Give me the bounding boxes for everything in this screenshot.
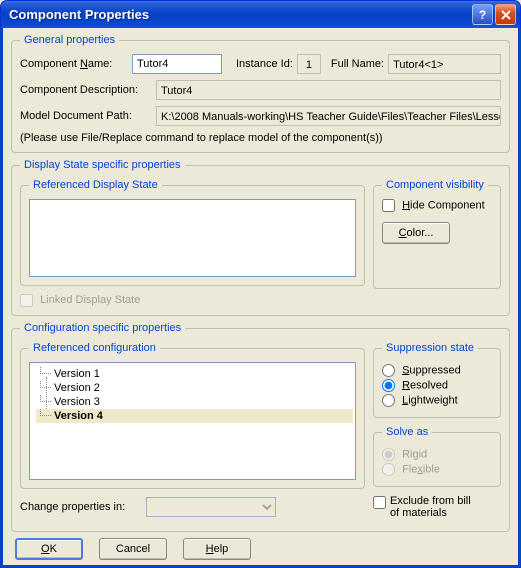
component-description-label: Component Description: [20,84,152,96]
full-name-label: Full Name: [331,58,384,70]
dialog-body: General properties Component Name: Insta… [0,28,521,568]
ok-button[interactable]: OK [15,538,83,560]
exclude-bom-text: Exclude from bill of materials [390,495,471,519]
component-name-label: Component Name: [20,58,128,70]
referenced-display-state-group: Referenced Display State [20,179,365,286]
suppressed-radio-label[interactable]: Suppressed [382,364,492,377]
window-title: Component Properties [9,7,470,22]
color-button[interactable]: Color... [382,222,450,244]
resolved-radio-label[interactable]: Resolved [382,379,492,392]
resolved-radio[interactable] [382,379,395,392]
general-properties-group: General properties Component Name: Insta… [11,34,510,153]
help-button[interactable]: Help [183,538,251,560]
instance-id-field: 1 [297,54,321,74]
general-legend: General properties [20,34,119,46]
help-titlebar-button[interactable]: ? [472,4,493,25]
model-path-label: Model Document Path: [20,110,152,122]
display-state-legend: Display State specific properties [20,159,185,171]
solve-as-group: Solve as Rigid Flexible [373,426,501,487]
hide-component-checkbox-label[interactable]: Hide Component [382,199,492,212]
config-version-item[interactable]: Version 1 [36,367,353,381]
close-titlebar-button[interactable] [495,4,516,25]
linked-display-state-checkbox-label: Linked Display State [20,294,140,306]
instance-id-label: Instance Id: [236,58,293,70]
config-version-item[interactable]: Version 3 [36,395,353,409]
suppression-state-group: Suppression state Suppressed Resolved Li… [373,342,501,418]
cancel-button[interactable]: Cancel [99,538,167,560]
flexible-radio [382,463,395,476]
exclude-bom-checkbox[interactable] [373,496,386,509]
rigid-radio-label: Rigid [382,448,492,461]
flexible-radio-label: Flexible [382,463,492,476]
config-version-item[interactable]: Version 2 [36,381,353,395]
solve-as-legend: Solve as [382,426,432,438]
linked-display-state-checkbox [20,294,33,307]
model-path-field: K:\2008 Manuals-working\HS Teacher Guide… [156,106,501,126]
configuration-legend: Configuration specific properties [20,322,185,334]
suppressed-radio[interactable] [382,364,395,377]
referenced-display-state-list[interactable] [29,199,356,277]
lightweight-radio-label[interactable]: Lightweight [382,394,492,407]
referenced-configuration-list[interactable]: Version 1Version 2Version 3Version 4 [29,362,356,480]
component-name-input[interactable] [132,54,222,74]
config-version-item[interactable]: Version 4 [36,409,353,423]
change-properties-select [146,497,276,517]
referenced-configuration-group: Referenced configuration Version 1Versio… [20,342,365,489]
component-visibility-group: Component visibility Hide Component Colo… [373,179,501,289]
display-state-group: Display State specific properties Refere… [11,159,510,316]
replace-note: (Please use File/Replace command to repl… [20,132,501,144]
lightweight-radio[interactable] [382,394,395,407]
rigid-radio [382,448,395,461]
full-name-field: Tutor4<1> [388,54,501,74]
component-description-field: Tutor4 [156,80,501,100]
ref-config-legend: Referenced configuration [29,342,160,354]
hide-component-checkbox[interactable] [382,199,395,212]
suppression-legend: Suppression state [382,342,478,354]
change-properties-label: Change properties in: [20,501,142,513]
exclude-bom-checkbox-label[interactable]: Exclude from bill of materials [373,495,501,519]
ref-display-legend: Referenced Display State [29,179,162,191]
titlebar: Component Properties ? [0,0,521,28]
component-visibility-legend: Component visibility [382,179,488,191]
configuration-group: Configuration specific properties Refere… [11,322,510,532]
